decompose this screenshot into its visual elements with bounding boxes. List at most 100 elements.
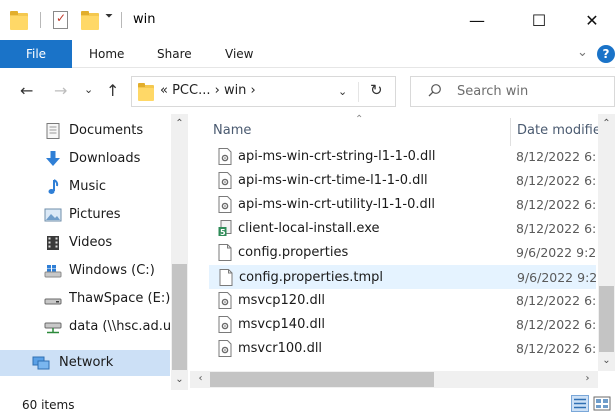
file-name: api-ms-win-crt-utility-l1-1-0.dll [238, 197, 435, 212]
sidebar-item-pictures[interactable]: Pictures [0, 202, 170, 228]
sidebar-item-label: Network [59, 355, 114, 370]
scroll-up-arrow-icon[interactable]: ⌃ [598, 118, 615, 129]
tab-home[interactable]: Home [89, 47, 124, 61]
properties-icon[interactable] [53, 11, 68, 29]
table-row[interactable]: msvcp120.dll 8/12/2022 6:08 [209, 289, 596, 313]
scroll-down-arrow-icon[interactable]: ⌄ [598, 355, 615, 366]
scrollbar-thumb[interactable] [599, 286, 614, 352]
forward-button[interactable]: → [54, 81, 67, 100]
sidebar-item-label: Videos [69, 235, 113, 250]
scroll-left-arrow-icon[interactable]: ‹ [192, 373, 209, 384]
scroll-up-arrow-icon[interactable]: ⌃ [171, 118, 188, 129]
sidebar-item-label: Documents [69, 123, 144, 138]
address-bar[interactable]: « PCC... › win › ⌄ ↻ [131, 76, 396, 107]
refresh-icon[interactable]: ↻ [370, 81, 383, 99]
pictures-icon [44, 208, 62, 222]
sidebar-item-documents[interactable]: Documents [0, 118, 170, 144]
table-row[interactable]: api-ms-win-crt-utility-l1-1-0.dll 8/12/2… [209, 193, 596, 217]
title-separator [121, 12, 122, 28]
file-icon [219, 269, 233, 286]
tab-view[interactable]: View [225, 47, 253, 61]
table-row[interactable]: 5 client-local-install.exe 8/12/2022 6:0… [209, 217, 596, 241]
minimize-button[interactable]: — [454, 0, 500, 40]
column-header-name[interactable]: Name [213, 123, 251, 138]
navigation-pane: Documents Downloads Music Pictures Video… [0, 114, 190, 390]
sidebar-item-videos[interactable]: Videos [0, 230, 170, 256]
sidebar-item-thawspace-e[interactable]: ThawSpace (E:) [0, 286, 170, 312]
close-button[interactable]: ✕ [569, 0, 615, 40]
address-folder-icon [138, 83, 154, 102]
scrollbar-thumb[interactable] [172, 264, 187, 370]
title-bar: ⏷ win — ☐ ✕ [0, 0, 615, 40]
address-divider [358, 82, 359, 102]
windows-drive-icon [44, 265, 62, 278]
dll-file-icon [218, 196, 232, 213]
new-folder-icon[interactable] [81, 11, 99, 31]
status-bar: 60 items [0, 390, 615, 418]
scroll-down-arrow-icon[interactable]: ⌄ [171, 374, 188, 385]
videos-icon [47, 236, 59, 250]
ribbon-tabs: File Home Share View ⌄ ? [0, 40, 615, 68]
documents-icon [46, 123, 60, 139]
maximize-button[interactable]: ☐ [516, 0, 562, 40]
sidebar-item-label: data (\\hsc.ad.ur [69, 319, 171, 334]
address-dropdown-icon[interactable]: ⌄ [338, 85, 347, 98]
sidebar-item-downloads[interactable]: Downloads [0, 146, 170, 172]
file-name: api-ms-win-crt-string-l1-1-0.dll [238, 149, 436, 164]
large-icons-view-icon[interactable] [593, 395, 611, 412]
file-date: 8/12/2022 6:08 [516, 341, 596, 356]
scroll-right-arrow-icon[interactable]: › [579, 373, 596, 384]
folder-icon[interactable] [10, 11, 28, 31]
sidebar-item-data-network-drive[interactable]: data (\\hsc.ad.ur [0, 314, 171, 340]
expand-ribbon-chevron-icon[interactable]: ⌄ [577, 45, 588, 60]
file-name: client-local-install.exe [238, 221, 380, 236]
file-name: config.properties.tmpl [239, 270, 384, 285]
network-icon [32, 356, 50, 370]
table-row[interactable]: api-ms-win-crt-time-l1-1-0.dll 8/12/2022… [209, 169, 596, 193]
recent-locations-button[interactable]: ⌄ [84, 83, 93, 96]
search-input[interactable]: Search win [457, 84, 528, 99]
table-row[interactable]: config.properties 9/6/2022 9:20 [209, 241, 596, 265]
table-row[interactable]: config.properties.tmpl 9/6/2022 9:20 [209, 265, 597, 289]
file-date: 8/12/2022 6:08 [516, 317, 596, 332]
tab-file[interactable]: File [0, 40, 72, 68]
sidebar-item-music[interactable]: Music [0, 174, 170, 200]
up-button[interactable]: ↑ [106, 81, 119, 100]
file-date: 9/6/2022 9:20 [517, 270, 597, 285]
file-list-horizontal-scrollbar[interactable]: ‹ › [190, 371, 598, 388]
help-icon[interactable]: ? [597, 45, 615, 63]
sidebar-item-network[interactable]: Network [0, 350, 170, 376]
dll-file-icon [218, 316, 232, 333]
tab-share[interactable]: Share [157, 47, 192, 61]
dll-file-icon [218, 292, 232, 309]
file-name: msvcp120.dll [238, 293, 325, 308]
scrollbar-thumb[interactable] [210, 372, 434, 387]
drive-icon [44, 298, 62, 305]
file-date: 8/12/2022 6:08 [516, 293, 596, 308]
column-header-date-modified[interactable]: Date modified [517, 123, 609, 138]
sidebar-item-label: Windows (C:) [69, 263, 155, 278]
file-date: 8/12/2022 6:08 [516, 197, 596, 212]
downloads-icon [46, 151, 60, 166]
details-view-icon[interactable] [571, 395, 589, 412]
file-date: 8/12/2022 6:08 [516, 221, 596, 236]
file-list-vertical-scrollbar[interactable]: ⌃ ⌄ [598, 114, 615, 371]
dll-file-icon [218, 340, 232, 357]
quick-access-separator [40, 12, 41, 28]
file-icon [218, 244, 232, 261]
dll-file-icon [218, 148, 232, 165]
file-date: 8/12/2022 6:08 [516, 149, 596, 164]
item-count: 60 items [22, 398, 75, 412]
table-row[interactable]: msvcp140.dll 8/12/2022 6:08 [209, 313, 596, 337]
table-row[interactable]: msvcr100.dll 8/12/2022 6:08 [209, 337, 596, 361]
address-path[interactable]: « PCC... › win › [160, 83, 256, 98]
sidebar-item-label: ThawSpace (E:) [69, 291, 171, 306]
quick-access-dropdown-icon[interactable]: ⏷ [105, 11, 113, 22]
column-separator[interactable] [510, 118, 511, 146]
table-row[interactable]: api-ms-win-crt-string-l1-1-0.dll 8/12/20… [209, 145, 596, 169]
search-box[interactable]: Search win [410, 76, 615, 107]
file-name: msvcr100.dll [238, 341, 323, 356]
navigation-pane-scrollbar[interactable]: ⌃ ⌄ [171, 114, 188, 390]
back-button[interactable]: ← [20, 81, 33, 100]
sidebar-item-windows-c[interactable]: Windows (C:) [0, 258, 170, 284]
